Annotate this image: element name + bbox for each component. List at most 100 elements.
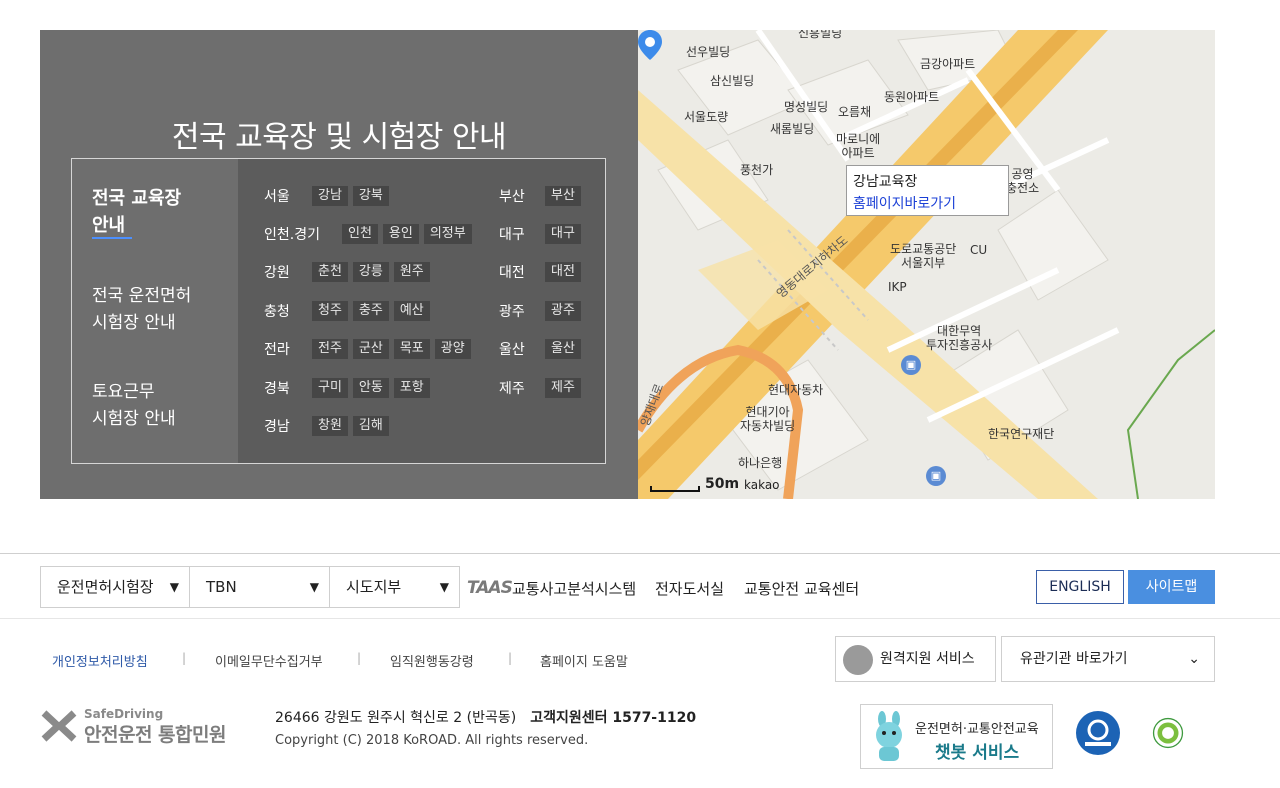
region-name: 강원 (264, 265, 290, 281)
safedriving-logo-icon (41, 710, 77, 742)
test-center-select[interactable]: 운전면허시험장 ▼ (40, 566, 190, 608)
region-tag[interactable]: 원주 (393, 262, 430, 282)
rss-icon (843, 645, 873, 675)
chatbot-banner[interactable]: 운전면허·교통안전교육 챗봇 서비스 (860, 704, 1053, 769)
region-tag[interactable]: 부산 (545, 186, 581, 206)
menu-item-saturday-centers[interactable]: 토요근무 시험장 안내 (92, 379, 176, 433)
map[interactable]: 신흥빌딩 선우빌딩 삼신빌딩 서울도량 명성빌딩 오름채 새롬빌딩 마로니에 아파… (638, 30, 1215, 499)
region-row: 경남 창원 김해 (264, 415, 394, 437)
region-tag[interactable]: 목포 (393, 339, 430, 359)
region-row: 대구 대구 (499, 223, 586, 245)
region-tag[interactable]: 강남 (312, 186, 348, 206)
select-value: 시도지부 (346, 578, 402, 596)
homepage-link[interactable]: 홈페이지바로가기 (853, 193, 1002, 215)
bus-stop-icon: ▣ (926, 466, 946, 486)
region-tag[interactable]: 대구 (545, 224, 581, 244)
menu-item-label: 시험장 안내 (92, 409, 176, 429)
region-tag[interactable]: 대전 (545, 262, 581, 282)
region-name: 충청 (264, 304, 290, 320)
region-tag[interactable]: 의정부 (423, 224, 472, 244)
chatbot-line1: 운전면허·교통안전교육 (915, 722, 1039, 737)
map-label: IKP (888, 280, 907, 294)
map-label: 한국연구재단 (988, 427, 1055, 441)
region-tag[interactable]: 구미 (312, 378, 348, 398)
menu-item-test-centers[interactable]: 전국 운전면허 시험장 안내 (92, 283, 191, 337)
brand-small-text: SafeDriving (84, 707, 164, 721)
region-tag[interactable]: 김해 (352, 416, 389, 436)
region-tag[interactable]: 전주 (312, 339, 348, 359)
region-name: 경남 (264, 419, 290, 435)
region-tag[interactable]: 창원 (312, 416, 348, 436)
map-scale-bar (650, 486, 700, 492)
region-tag[interactable]: 청주 (312, 301, 348, 321)
region-tag[interactable]: 예산 (393, 301, 430, 321)
map-label: 명성빌딩 (784, 100, 829, 114)
map-label: 새롬빌딩 (770, 122, 815, 136)
menu-item-label: 시험장 안내 (92, 313, 176, 333)
map-label: 공영 충전소 (1006, 167, 1040, 195)
region-row: 충청 청주 충주 예산 (264, 300, 435, 322)
region-tag[interactable]: 강릉 (352, 262, 389, 282)
region-row: 부산 부산 (499, 185, 586, 207)
menu-item-label: 전국 교육장 (92, 188, 182, 209)
address: 26466 강원도 원주시 혁신로 2 (반곡동) 고객지원센터 1577-112… (275, 707, 696, 727)
remote-support-button[interactable]: 원격지원 서비스 (835, 636, 996, 682)
footer-divider (0, 618, 1280, 619)
privacy-policy-link[interactable]: 개인정보처리방침 (52, 651, 148, 670)
region-list: 서울 강남 강북 인천.경기 인천 용인 의정부 강원 춘천 강릉 원주 충청 … (238, 159, 605, 463)
link-divider: | (508, 651, 513, 665)
active-underline (92, 237, 132, 239)
map-marker-icon[interactable] (638, 30, 662, 60)
region-tag[interactable]: 강북 (352, 186, 389, 206)
map-label: 오름채 (838, 105, 872, 119)
region-name: 인천.경기 (264, 227, 320, 243)
menu-item-training-centers[interactable]: 전국 교육장 안내 (92, 185, 181, 239)
region-tag[interactable]: 군산 (352, 339, 389, 359)
branch-select[interactable]: 시도지부 ▼ (329, 566, 460, 608)
region-tag[interactable]: 춘천 (312, 262, 348, 282)
e-library-link[interactable]: 전자도서실 (655, 578, 724, 599)
english-button[interactable]: ENGLISH (1036, 570, 1124, 604)
region-tag[interactable]: 광양 (434, 339, 471, 359)
region-row: 광주 광주 (499, 300, 586, 322)
chevron-down-icon: ▼ (169, 580, 179, 594)
menu-item-label: 안내 (92, 215, 132, 239)
region-name: 서울 (264, 189, 290, 205)
taas-link[interactable]: 교통사고분석시스템 (512, 578, 636, 599)
region-tag[interactable]: 포항 (393, 378, 430, 398)
help-link[interactable]: 홈페이지 도움말 (540, 651, 628, 670)
region-tag[interactable]: 광주 (545, 301, 581, 321)
region-tag[interactable]: 안동 (352, 378, 389, 398)
region-tag[interactable]: 용인 (382, 224, 419, 244)
region-name: 대구 (499, 227, 525, 243)
map-label: 풍천가 (740, 163, 774, 177)
callcenter-text: 고객지원센터 1577-1120 (530, 710, 697, 726)
region-name: 전라 (264, 342, 290, 358)
link-divider: | (182, 651, 187, 665)
related-orgs-select[interactable]: 유관기관 바로가기 ⌄ (1001, 636, 1215, 682)
safety-education-link[interactable]: 교통안전 교육센터 (744, 578, 859, 599)
bus-stop-icon: ▣ (901, 355, 921, 375)
footer-divider (0, 553, 1280, 554)
code-of-conduct-link[interactable]: 임직원행동강령 (390, 651, 474, 670)
tbn-select[interactable]: TBN ▼ (189, 566, 330, 608)
menu-item-label: 전국 운전면허 (92, 286, 192, 306)
region-tag[interactable]: 충주 (352, 301, 389, 321)
brand-name: 안전운전 통합민원 (84, 724, 226, 746)
address-text: 26466 강원도 원주시 혁신로 2 (반곡동) (275, 710, 517, 726)
region-row: 서울 강남 강북 (264, 185, 394, 207)
wa-cert-icon (1152, 717, 1184, 749)
sitemap-button[interactable]: 사이트맵 (1128, 570, 1215, 604)
map-label: 동원아파트 (884, 90, 940, 104)
select-value: 운전면허시험장 (57, 578, 154, 596)
taas-logo: TAAS (467, 578, 513, 598)
region-row: 강원 춘천 강릉 원주 (264, 261, 435, 283)
region-row: 전라 전주 군산 목포 광양 (264, 338, 476, 360)
email-refusal-link[interactable]: 이메일무단수집거부 (215, 651, 323, 670)
guide-menu: 전국 교육장 안내 전국 운전면허 시험장 안내 토요근무 시험장 안내 (72, 159, 238, 463)
region-tag[interactable]: 울산 (545, 339, 581, 359)
map-scale-label: 50m (705, 476, 740, 492)
region-tag[interactable]: 제주 (545, 378, 581, 398)
region-tag[interactable]: 인천 (342, 224, 378, 244)
guide-title: 전국 교육장 및 시험장 안내 (171, 120, 507, 155)
